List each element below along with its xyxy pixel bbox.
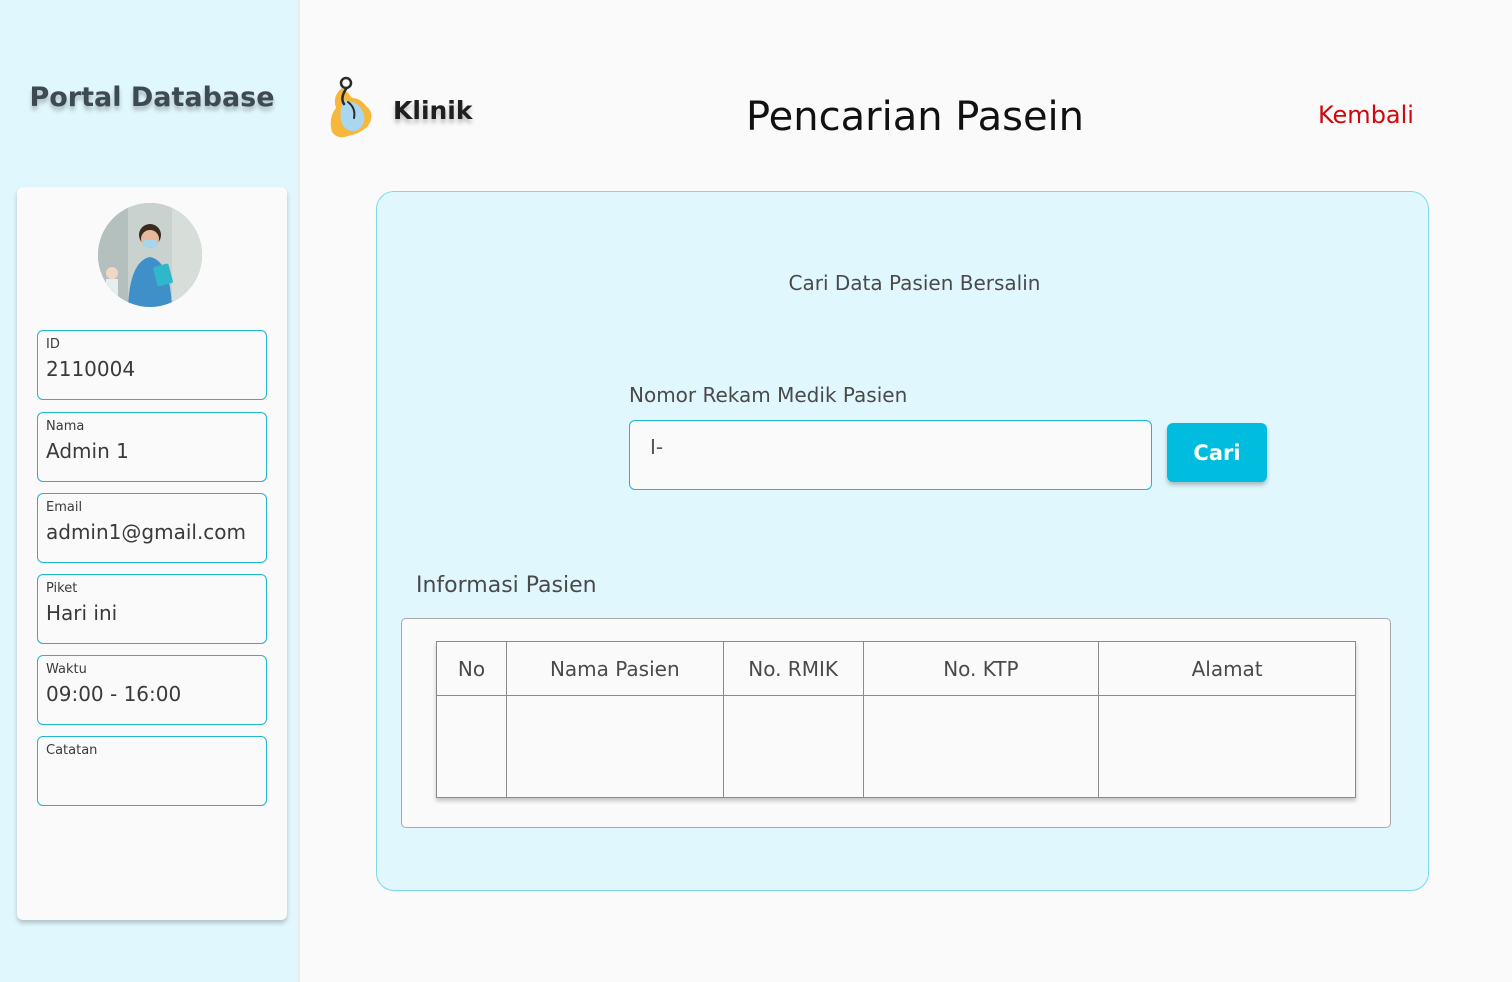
table-cell [862, 695, 1100, 798]
field-value: admin1@gmail.com [46, 520, 247, 544]
field-value: 2110004 [46, 357, 136, 381]
table-cell [436, 695, 507, 798]
table-cell [505, 695, 724, 798]
field-email: Email admin1@gmail.com [37, 493, 267, 563]
field-label: Nama [46, 419, 85, 434]
column-header-alamat: Alamat [1098, 641, 1356, 696]
field-id: ID 2110004 [37, 330, 267, 400]
clinic-logo-icon [326, 74, 376, 140]
avatar [98, 203, 202, 307]
patient-table-container: No Nama Pasien No. RMIK No. KTP Alamat [401, 618, 1391, 828]
field-value: Hari ini [46, 601, 118, 625]
search-button[interactable]: Cari [1167, 423, 1267, 482]
table-cell [722, 695, 864, 798]
profile-card: ID 2110004 Nama Admin 1 Email admin1@gma… [17, 187, 287, 920]
sidebar-title: Portal Database [29, 82, 275, 113]
page-title: Pencarian Pasein [745, 94, 1085, 140]
search-input[interactable] [629, 420, 1152, 490]
column-header-nama-pasien: Nama Pasien [505, 641, 724, 696]
table-header-row: No Nama Pasien No. RMIK No. KTP Alamat [436, 641, 1356, 696]
panel-subtitle: Cari Data Pasien Bersalin [788, 271, 1041, 295]
column-header-no-rmik: No. RMIK [722, 641, 864, 696]
field-value: 09:00 - 16:00 [46, 682, 182, 706]
field-value: Admin 1 [46, 439, 129, 463]
table-row [436, 695, 1356, 798]
field-label: Email [46, 500, 83, 515]
field-piket: Piket Hari ini [37, 574, 267, 644]
field-label: ID [46, 337, 60, 352]
search-panel: Cari Data Pasien Bersalin Nomor Rekam Me… [376, 191, 1429, 891]
column-header-no: No [436, 641, 507, 696]
search-input-label: Nomor Rekam Medik Pasien [629, 383, 908, 407]
column-header-no-ktp: No. KTP [862, 641, 1100, 696]
field-label: Waktu [46, 662, 87, 677]
field-label: Catatan [46, 743, 98, 758]
sidebar: Portal Database ID 2110004 Nama Admin 1 [0, 0, 300, 982]
field-catatan: Catatan [37, 736, 267, 806]
info-heading: Informasi Pasien [416, 573, 597, 598]
brand-name: Klinik [393, 96, 473, 125]
field-waktu: Waktu 09:00 - 16:00 [37, 655, 267, 725]
field-nama: Nama Admin 1 [37, 412, 267, 482]
table-cell [1098, 695, 1356, 798]
patient-table: No Nama Pasien No. RMIK No. KTP Alamat [436, 641, 1356, 798]
back-link[interactable]: Kembali [1318, 101, 1414, 129]
field-label: Piket [46, 581, 78, 596]
